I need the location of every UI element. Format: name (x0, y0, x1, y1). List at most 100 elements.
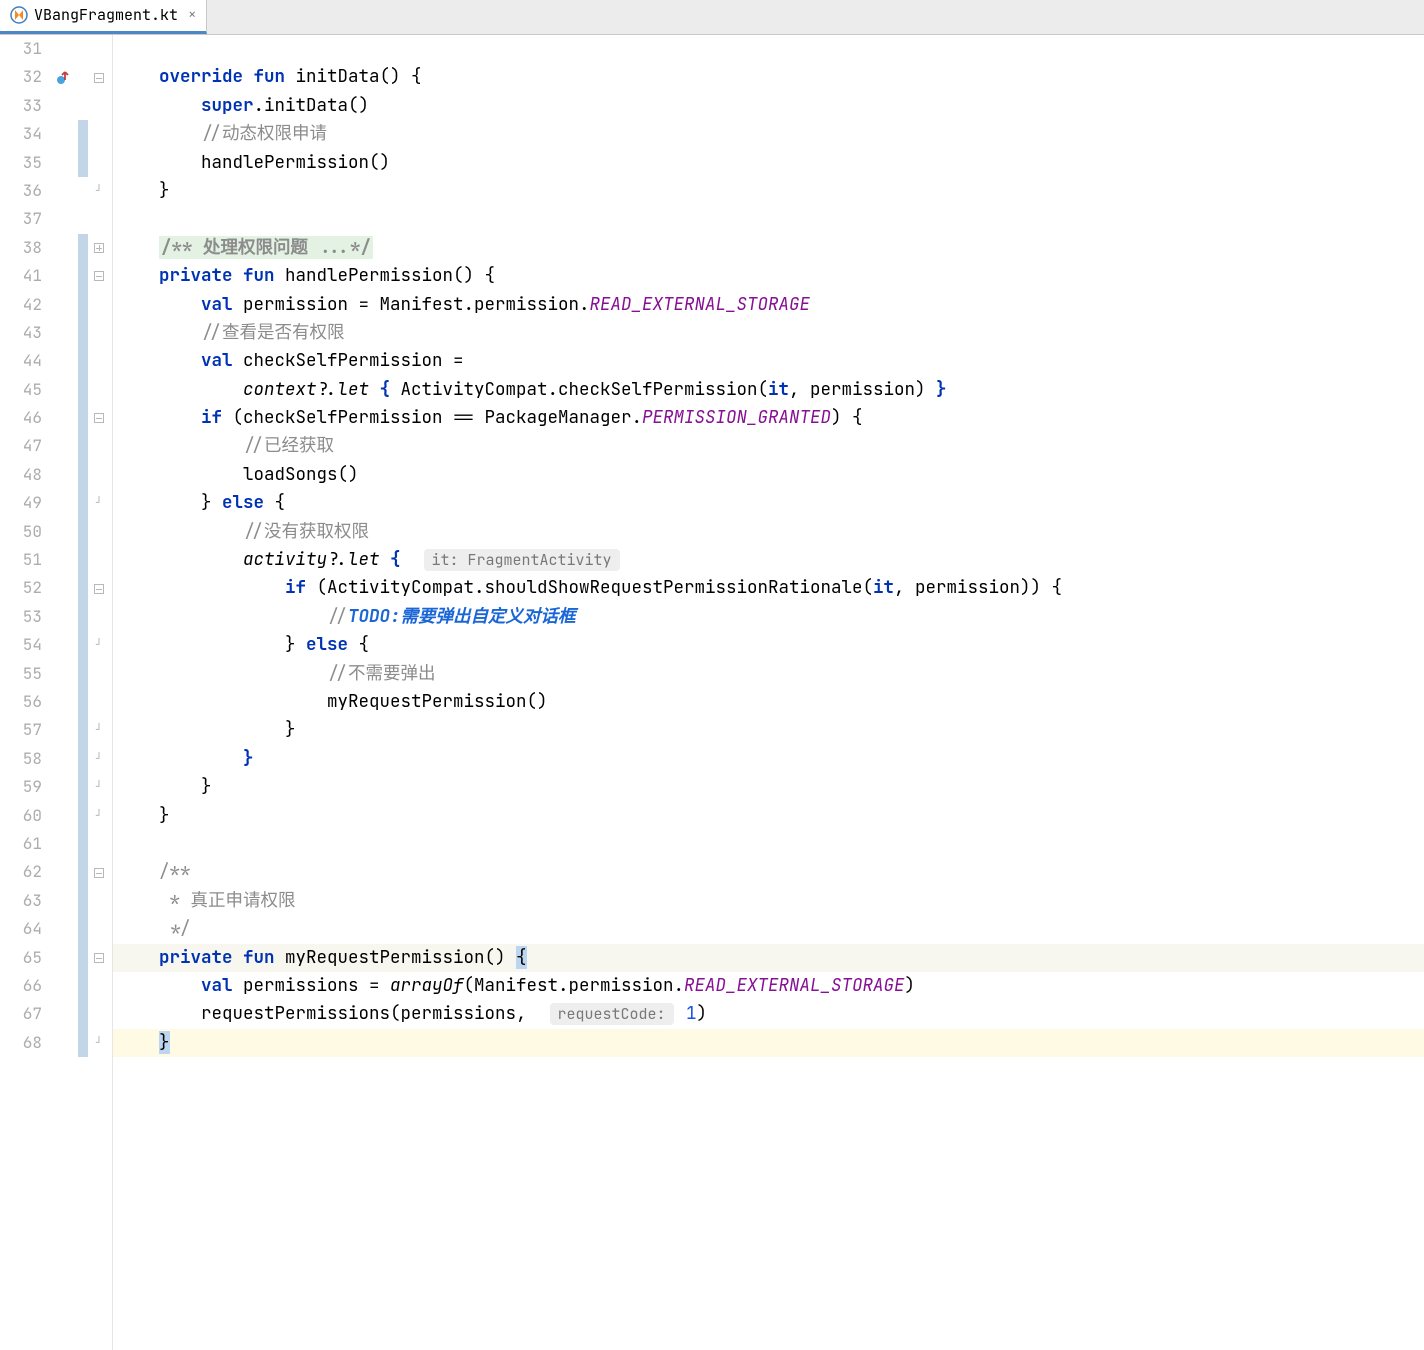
code-line[interactable]: if (ActivityCompat.shouldShowRequestPerm… (113, 574, 1424, 602)
code-line[interactable]: private fun myRequestPermission() { (113, 944, 1424, 972)
vcs-marker (78, 92, 88, 120)
gutter-row: 44 (0, 347, 112, 375)
fold-icon[interactable] (88, 243, 110, 253)
code-line[interactable]: val checkSelfPermission = (113, 347, 1424, 375)
code-area[interactable]: override fun initData() { super.initData… (113, 35, 1424, 1350)
fold-icon[interactable]: ┘ (88, 802, 110, 830)
vcs-marker (78, 319, 88, 347)
fold-icon[interactable]: ┘ (88, 489, 110, 517)
line-number: 34 (0, 120, 48, 148)
tab-bar: VBangFragment.kt × (0, 0, 1424, 35)
code-line[interactable]: handlePermission() (113, 149, 1424, 177)
fold-icon[interactable]: ┘ (88, 745, 110, 773)
code-line[interactable] (113, 205, 1424, 233)
fold-icon[interactable] (88, 271, 110, 281)
line-number: 53 (0, 603, 48, 631)
fold-icon[interactable]: ┘ (88, 716, 110, 744)
line-number: 57 (0, 716, 48, 744)
gutter-row: 31 (0, 35, 112, 63)
code-line[interactable]: } (113, 716, 1424, 744)
vcs-marker (78, 716, 88, 744)
code-line[interactable]: //TODO:需要弹出自定义对话框 (113, 603, 1424, 631)
gutter-row: 56 (0, 688, 112, 716)
vcs-marker (78, 461, 88, 489)
line-number: 37 (0, 205, 48, 233)
vcs-marker (78, 234, 88, 262)
vcs-marker (78, 35, 88, 63)
code-line[interactable]: context?.let { ActivityCompat.checkSelfP… (113, 376, 1424, 404)
code-line[interactable]: val permissions = arrayOf(Manifest.permi… (113, 972, 1424, 1000)
vcs-marker (78, 887, 88, 915)
line-number: 62 (0, 858, 48, 886)
code-line[interactable]: } (113, 1029, 1424, 1057)
code-line[interactable]: } else { (113, 489, 1424, 517)
code-line[interactable]: super.initData() (113, 92, 1424, 120)
vcs-marker (78, 745, 88, 773)
code-line[interactable]: override fun initData() { (113, 63, 1424, 91)
gutter-row: 64 (0, 915, 112, 943)
code-line[interactable]: //不需要弹出 (113, 660, 1424, 688)
code-line[interactable]: } (113, 745, 1424, 773)
code-line[interactable]: activity?.let { it: FragmentActivity (113, 546, 1424, 574)
fold-icon[interactable]: ┘ (88, 1029, 110, 1057)
fold-icon[interactable] (88, 413, 110, 423)
kotlin-file-icon (10, 6, 28, 24)
code-line[interactable]: } else { (113, 631, 1424, 659)
code-line[interactable]: //查看是否有权限 (113, 319, 1424, 347)
code-line[interactable]: requestPermissions(permissions, requestC… (113, 1000, 1424, 1028)
code-line[interactable]: * 真正申请权限 (113, 887, 1424, 915)
fold-icon[interactable] (88, 584, 110, 594)
line-number: 41 (0, 262, 48, 290)
line-number: 43 (0, 319, 48, 347)
code-line[interactable]: private fun handlePermission() { (113, 262, 1424, 290)
gutter-row: 54┘ (0, 631, 112, 659)
line-number: 33 (0, 92, 48, 120)
code-line[interactable] (113, 35, 1424, 63)
line-number: 45 (0, 376, 48, 404)
code-line[interactable]: //已经获取 (113, 432, 1424, 460)
close-icon[interactable]: × (188, 6, 196, 24)
gutter-row: 47 (0, 432, 112, 460)
line-number: 52 (0, 574, 48, 602)
editor-tab[interactable]: VBangFragment.kt × (0, 0, 207, 34)
line-number: 38 (0, 234, 48, 262)
line-number: 61 (0, 830, 48, 858)
gutter-row: 45 (0, 376, 112, 404)
code-line[interactable]: } (113, 177, 1424, 205)
code-line[interactable]: } (113, 773, 1424, 801)
vcs-marker (78, 518, 88, 546)
fold-icon[interactable] (88, 73, 110, 83)
vcs-marker (78, 63, 88, 91)
code-line[interactable]: //没有获取权限 (113, 518, 1424, 546)
gutter-row: 52 (0, 574, 112, 602)
code-line[interactable] (113, 830, 1424, 858)
code-line[interactable]: /** (113, 858, 1424, 886)
gutter-row: 43 (0, 319, 112, 347)
code-line[interactable]: /** 处理权限问题 ...*/ (113, 234, 1424, 262)
gutter-row: 46 (0, 404, 112, 432)
code-line[interactable]: //动态权限申请 (113, 120, 1424, 148)
code-line[interactable]: */ (113, 915, 1424, 943)
code-line[interactable]: loadSongs() (113, 461, 1424, 489)
line-number: 63 (0, 887, 48, 915)
code-line[interactable]: myRequestPermission() (113, 688, 1424, 716)
code-line[interactable]: } (113, 802, 1424, 830)
gutter-row: 48 (0, 461, 112, 489)
gutter-row: 49 ┘ (0, 489, 112, 517)
code-line[interactable]: if (checkSelfPermission == PackageManage… (113, 404, 1424, 432)
gutter-row: 37 (0, 205, 112, 233)
gutter-marks (48, 71, 78, 85)
fold-icon[interactable]: ┘ (88, 177, 110, 205)
gutter-row: 38 (0, 234, 112, 262)
vcs-marker (78, 149, 88, 177)
line-number: 49 (0, 489, 48, 517)
fold-icon[interactable]: ┘ (88, 631, 110, 659)
fold-icon[interactable] (88, 953, 110, 963)
line-number: 32 (0, 63, 48, 91)
fold-icon[interactable] (88, 868, 110, 878)
fold-icon[interactable]: ┘ (88, 773, 110, 801)
gutter-row: 58┘ (0, 745, 112, 773)
vcs-marker (78, 262, 88, 290)
line-number: 46 (0, 404, 48, 432)
code-line[interactable]: val permission = Manifest.permission.REA… (113, 291, 1424, 319)
